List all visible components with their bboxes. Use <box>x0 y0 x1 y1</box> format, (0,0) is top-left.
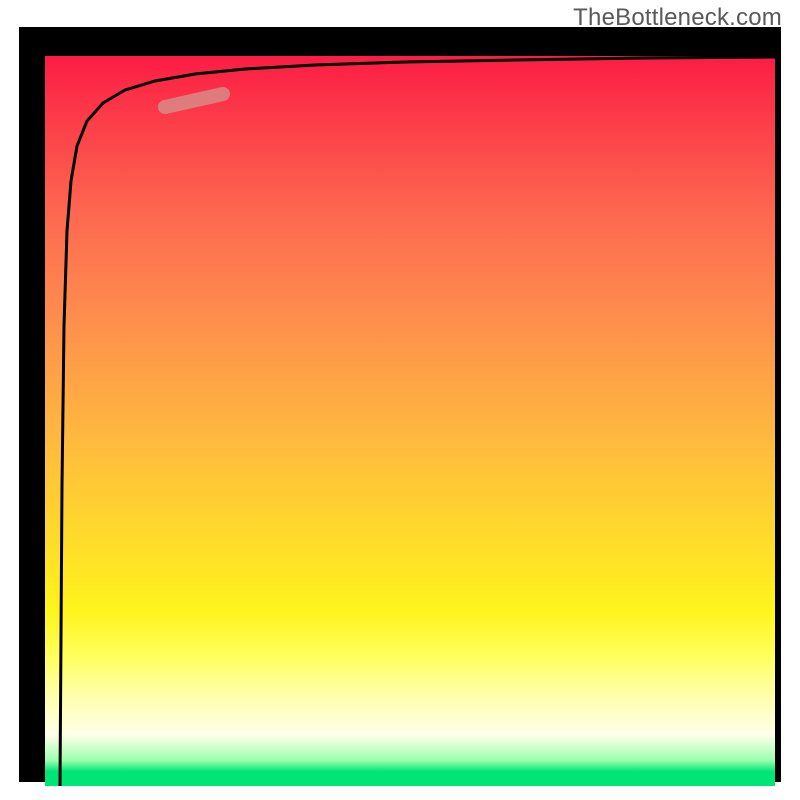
curve-svg <box>45 56 775 786</box>
plot-area <box>45 56 775 786</box>
main-curve <box>60 57 775 786</box>
highlight-segment <box>165 94 223 107</box>
plot-frame <box>19 27 781 782</box>
chart-stage: TheBottleneck.com <box>0 0 800 800</box>
